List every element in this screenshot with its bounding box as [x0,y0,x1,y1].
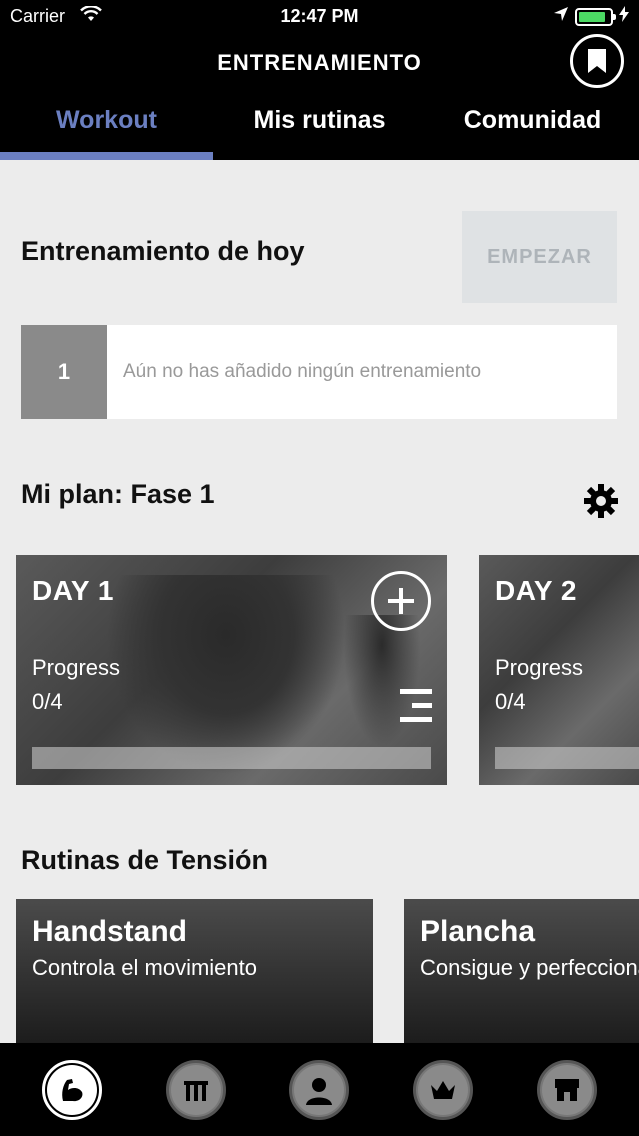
tab-mis-rutinas[interactable]: Mis rutinas [213,100,426,160]
card-subtitle: Consigue y perfecciona [420,955,639,980]
plan-heading: Mi plan: Fase 1 [21,479,215,509]
progress-value: 0/4 [32,689,63,714]
status-bar: Carrier 12:47 PM [0,0,639,34]
crown-icon [431,1080,456,1099]
today-workout-row[interactable]: 1 Aún no has añadido ningún entrenamient… [21,325,617,419]
nav-parallettes-button[interactable] [165,1059,226,1120]
flexed-arm-icon [62,1078,83,1101]
card-title: Plancha [420,915,536,948]
person-icon [306,1077,333,1105]
plus-icon [388,588,414,614]
bars-icon [183,1080,208,1101]
store-icon [555,1078,580,1101]
tab-workout[interactable]: Workout [0,100,213,160]
card-subtitle: Controla el movimiento [32,955,257,980]
progress-label: Progress [32,655,121,680]
progress-bar [32,747,431,769]
add-button[interactable] [371,571,431,631]
tension-heading: Rutinas de Tensión [21,845,269,875]
clock: 12:47 PM [280,6,359,26]
page-title: ENTRENAMIENTO [217,50,422,75]
nav-store-button[interactable] [537,1059,598,1120]
nav-premium-button[interactable] [413,1059,474,1120]
tab-bar: Workout Mis rutinas Comunidad [0,100,639,160]
progress-label: Progress [495,655,584,680]
athlete-image [106,575,346,775]
bottom-nav [0,1043,639,1136]
menu-icon[interactable] [400,689,432,723]
charging-bolt-icon [619,6,629,27]
progress-bar [495,747,639,769]
tension-card-handstand[interactable]: Handstand Controla el movimiento [16,899,373,1044]
empty-workout-message: Aún no has añadido ningún entrenamiento [123,361,482,382]
workout-number: 1 [21,325,107,419]
card-title: Handstand [32,915,188,948]
nav-workout-button[interactable] [41,1059,102,1120]
bookmark-button[interactable] [570,34,624,88]
tab-comunidad[interactable]: Comunidad [426,100,639,160]
day-label: DAY 2 [495,575,577,606]
day-card-1[interactable]: DAY 1 Progress 0/4 [16,555,447,785]
day-card-2[interactable]: DAY 2 Progress 0/4 [479,555,639,785]
bookmark-icon [588,49,606,73]
day-label: DAY 1 [32,575,114,606]
location-arrow-icon [553,6,569,27]
app-header: ENTRENAMIENTO Workout Mis rutinas Comuni… [0,34,639,160]
battery-icon [575,7,616,26]
today-heading: Entrenamiento de hoy [21,236,305,266]
progress-value: 0/4 [495,689,526,714]
gear-icon[interactable] [583,483,619,519]
tension-card-plancha[interactable]: Plancha Consigue y perfecciona [404,899,639,1044]
start-button[interactable]: EMPEZAR [462,211,617,303]
nav-profile-button[interactable] [289,1059,350,1120]
